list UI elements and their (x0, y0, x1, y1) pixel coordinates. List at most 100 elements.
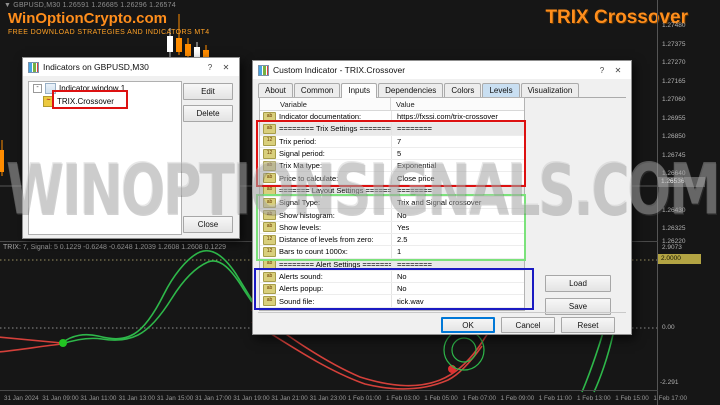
param-type-icon: ab (263, 124, 276, 134)
param-value[interactable]: 2.5 (391, 234, 524, 245)
param-value[interactable]: 1 (391, 246, 524, 257)
param-row[interactable]: ab======== Alert Settings ==============… (260, 259, 524, 271)
time-label: 31 Jan 15:00 (157, 395, 193, 402)
close-icon[interactable]: ✕ (218, 61, 234, 73)
param-value[interactable]: No (391, 209, 524, 220)
param-name: Alerts sound: (279, 272, 391, 281)
indicators-dialog-titlebar[interactable]: Indicators on GBPUSD,M30 ? ✕ (23, 58, 239, 76)
param-row[interactable]: abSignal Type:Trix and Signal crossover (260, 197, 524, 209)
close-icon[interactable]: ✕ (610, 64, 626, 76)
param-row[interactable]: abShow levels:Yes (260, 222, 524, 234)
price-label: 1.26325 (662, 225, 686, 232)
param-row[interactable]: 12Trix period:7 (260, 136, 524, 148)
help-button[interactable]: ? (202, 61, 218, 73)
param-value[interactable]: Yes (391, 222, 524, 233)
price-label: 1.27270 (662, 59, 686, 66)
tab-dependencies[interactable]: Dependencies (378, 83, 443, 97)
param-row[interactable]: abAlerts sound:No (260, 271, 524, 283)
delete-button[interactable]: Delete (183, 105, 233, 122)
param-name: Show histogram: (279, 211, 391, 220)
param-type-icon: ab (263, 259, 276, 269)
window-icon (45, 83, 56, 94)
time-label: 1 Feb 09:00 (501, 395, 535, 402)
reset-button[interactable]: Reset (561, 317, 615, 333)
tree-node-indicator[interactable]: ~ TRIX.Crossover (29, 95, 181, 108)
param-value[interactable]: No (391, 283, 524, 294)
param-name: Trix Ma type: (279, 161, 391, 170)
ok-button[interactable]: OK (441, 317, 495, 333)
cancel-button[interactable]: Cancel (501, 317, 555, 333)
param-value[interactable]: https://fxssi.com/trix-crossover (391, 111, 524, 122)
param-value[interactable]: 5 (391, 148, 524, 159)
price-label: 1.27375 (662, 41, 686, 48)
param-name: Bars to count 1000x: (279, 247, 391, 256)
param-value[interactable]: 7 (391, 136, 524, 147)
param-row[interactable]: ab======== Trix Settings ===============… (260, 123, 524, 135)
custom-dialog-titlebar[interactable]: Custom Indicator - TRIX.Crossover ? ✕ (253, 61, 631, 79)
param-row[interactable]: abPrice to calculate:Close price (260, 172, 524, 184)
param-row[interactable]: abSound file:tick.wav (260, 295, 524, 307)
tab-visualization[interactable]: Visualization (521, 83, 580, 97)
tab-colors[interactable]: Colors (444, 83, 481, 97)
load-button[interactable]: Load (545, 275, 611, 292)
param-type-icon: ab (263, 161, 276, 171)
param-row[interactable]: 12Bars to count 1000x:1 (260, 246, 524, 258)
custom-dialog-icon (258, 65, 269, 76)
param-row[interactable]: ab======= Layout Settings ==============… (260, 185, 524, 197)
param-row[interactable]: 12Signal period:5 (260, 148, 524, 160)
chevron-down-icon: ▼ (4, 2, 11, 9)
param-value[interactable]: Close price (391, 172, 524, 183)
time-label: 1 Feb 11:00 (539, 395, 572, 402)
tab-about[interactable]: About (258, 83, 293, 97)
symbol-ohlc-text: GBPUSD,M30 1.26591 1.26685 1.26296 1.265… (13, 2, 176, 9)
price-label: 1.27060 (662, 96, 686, 103)
price-label: 1.26430 (662, 207, 686, 214)
column-value: Value (390, 98, 524, 110)
edit-button[interactable]: Edit (183, 83, 233, 100)
time-label: 31 Jan 21:00 (271, 395, 307, 402)
param-type-icon: ab (263, 185, 276, 195)
tree-expander-icon[interactable]: - (33, 84, 42, 93)
param-row[interactable]: 12Distance of levels from zero:2.5 (260, 234, 524, 246)
indicator-list[interactable]: - Indicator window 1 ~ TRIX.Crossover (28, 81, 182, 235)
tree-node-label: Indicator window 1 (59, 84, 125, 93)
param-name: Indicator documentation: (279, 112, 391, 121)
parameters-table[interactable]: Variable Value abIndicator documentation… (259, 97, 525, 311)
symbol-info-bar[interactable]: ▼ GBPUSD,M30 1.26591 1.26685 1.26296 1.2… (4, 2, 176, 9)
param-name: Price to calculate: (279, 174, 391, 183)
param-value[interactable]: Exponential (391, 160, 524, 171)
param-type-icon: 12 (263, 247, 276, 257)
param-row[interactable]: abTrix Ma type:Exponential (260, 160, 524, 172)
time-label: 1 Feb 01:00 (348, 395, 382, 402)
tab-common[interactable]: Common (294, 83, 340, 97)
param-value[interactable]: ======== (391, 123, 524, 134)
param-name: Show levels: (279, 223, 391, 232)
time-axis[interactable]: 31 Jan 202431 Jan 09:0031 Jan 11:0031 Ja… (0, 390, 658, 405)
param-name: Signal Type: (279, 198, 391, 207)
brand-link[interactable]: WinOptionCrypto.com (8, 10, 167, 27)
help-button[interactable]: ? (594, 64, 610, 76)
param-value[interactable]: No (391, 271, 524, 282)
param-table-body: abIndicator documentation:https://fxssi.… (260, 111, 524, 308)
param-value[interactable]: ======== (391, 259, 524, 270)
subwindow-max-label: 2.9073 (662, 244, 682, 251)
time-label: 31 Jan 13:00 (119, 395, 155, 402)
tree-node-label: TRIX.Crossover (57, 97, 114, 106)
param-value[interactable]: ======== (391, 185, 524, 196)
tab-levels[interactable]: Levels (482, 83, 519, 97)
time-label: 31 Jan 2024 (4, 395, 39, 402)
param-row[interactable]: abAlerts popup:No (260, 283, 524, 295)
time-label: 31 Jan 11:00 (80, 395, 116, 402)
param-row[interactable]: abIndicator documentation:https://fxssi.… (260, 111, 524, 123)
param-name: Trix period: (279, 137, 391, 146)
price-scale[interactable]: 1.26536 2.9073 2.0000 0.00 -2.291 1.2748… (658, 0, 720, 405)
custom-indicator-dialog: Custom Indicator - TRIX.Crossover ? ✕ Ab… (252, 60, 632, 335)
param-row[interactable]: abShow histogram:No (260, 209, 524, 221)
time-label: 1 Feb 17:00 (653, 395, 687, 402)
close-button[interactable]: Close (183, 216, 233, 233)
tree-node-window[interactable]: - Indicator window 1 (29, 82, 181, 95)
tab-inputs[interactable]: Inputs (341, 83, 377, 98)
buy-signal-dot (59, 339, 67, 347)
param-value[interactable]: tick.wav (391, 295, 524, 306)
param-value[interactable]: Trix and Signal crossover (391, 197, 524, 208)
